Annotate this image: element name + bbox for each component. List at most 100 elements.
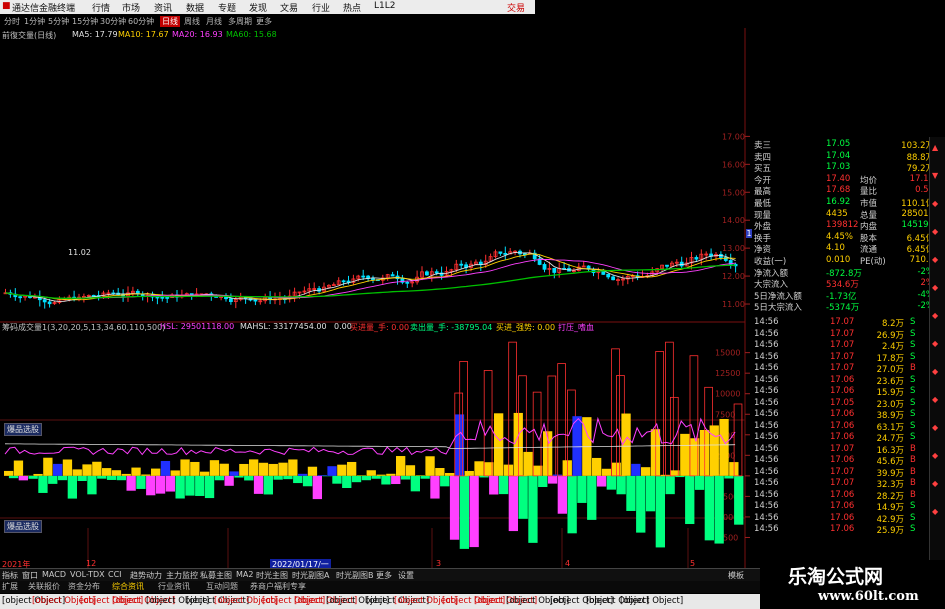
- indicator-tab[interactable]: VOL-TDX: [70, 570, 105, 579]
- tick-volume: 42.9万: [876, 514, 904, 525]
- tick-row: 14:56 17.07 17.8万 S: [752, 351, 938, 364]
- buy-bar: [680, 433, 690, 476]
- indicator-tab[interactable]: 时光副图A: [292, 570, 329, 581]
- toolbar-icon[interactable]: ◆: [932, 199, 938, 208]
- buy-bar: [415, 475, 425, 476]
- toolbar-icon[interactable]: ◆: [932, 395, 938, 404]
- buy-bar: [200, 471, 210, 476]
- menu-item[interactable]: 行情: [92, 1, 110, 14]
- kline-chart[interactable]: 1500012500100007500500025000-2500-5000-7…: [0, 28, 760, 568]
- quote-value: 4435: [826, 208, 848, 219]
- indicator-name: 筹码成交量1(3,20,20,5,13,34,60,110,500): [2, 323, 166, 332]
- extension-tab[interactable]: 综合资讯: [112, 581, 144, 592]
- tick-time: 14:56: [754, 409, 779, 419]
- indicator-tab[interactable]: MACD: [42, 570, 66, 579]
- extension-tab[interactable]: 互动问题: [206, 581, 238, 592]
- tf-tab-active[interactable]: 日线: [160, 16, 180, 27]
- toolbar-icon[interactable]: ◆: [932, 311, 938, 320]
- menu-item[interactable]: 行业: [312, 1, 330, 14]
- indicator-tab[interactable]: CCI: [108, 570, 122, 579]
- menu-item[interactable]: 专题: [218, 1, 236, 14]
- tick-price: 17.06: [830, 386, 855, 396]
- extension-tab[interactable]: 扩展: [2, 581, 18, 592]
- sell-bar: [420, 475, 430, 479]
- extension-tab[interactable]: 关联报价: [28, 581, 60, 592]
- sell-bar: [665, 475, 675, 495]
- stock-pick-button[interactable]: 爆品选股: [4, 423, 42, 436]
- indicator-tab[interactable]: 时光主图: [256, 570, 288, 581]
- buy-bar: [268, 463, 278, 476]
- toolbar-icon[interactable]: ◆: [932, 451, 938, 460]
- menu-item[interactable]: 数据: [186, 1, 204, 14]
- toolbar-icon[interactable]: ▲: [932, 143, 938, 152]
- buy-bar: [366, 470, 376, 476]
- indicator-tab[interactable]: 主力监控: [166, 570, 198, 581]
- quote-value: 534.6万: [826, 280, 859, 291]
- toolbar-icon[interactable]: ◆: [932, 339, 938, 348]
- tick-volume: 17.8万: [876, 353, 904, 364]
- buy-bar: [258, 462, 269, 476]
- quote-label: 大宗流入: [754, 280, 789, 291]
- tick-volume: 39.9万: [876, 468, 904, 479]
- indicator-tab[interactable]: 趋势动力: [130, 570, 162, 581]
- title-bar: ■ 通达信金融终端 行情 市场 资讯 数据 专题 发现 文易 行业 热点 L1L…: [0, 0, 535, 14]
- quote-label: 净流入额: [754, 268, 789, 279]
- tf-tab[interactable]: 15分钟: [72, 16, 98, 27]
- toolbar-icon[interactable]: ◆: [932, 479, 938, 488]
- tick-row: 14:56 17.07 26.9万 S: [752, 329, 938, 341]
- indicator-tab[interactable]: 更多: [376, 570, 392, 581]
- template-button[interactable]: 模板: [728, 570, 744, 581]
- indicator-tab[interactable]: 指标: [2, 570, 18, 581]
- toolbar-icon[interactable]: ◆: [932, 367, 938, 376]
- tf-tab[interactable]: 更多: [256, 16, 272, 27]
- indicator-tab[interactable]: 设置: [398, 570, 414, 581]
- toolbar-icon[interactable]: ▼: [932, 171, 938, 180]
- indicator-tab[interactable]: 时光副图B: [336, 570, 374, 581]
- sell-bar: [136, 475, 146, 489]
- menu-item[interactable]: 文易: [280, 1, 298, 14]
- sell-bar: [146, 475, 156, 496]
- indicator-tab[interactable]: 窗口: [22, 570, 38, 581]
- stock-pick-button[interactable]: 爆品选股: [4, 520, 42, 533]
- quote-row: 5日净流入额 -1.73亿 -4%: [752, 290, 938, 302]
- sell-bar: [675, 475, 685, 478]
- extension-tab[interactable]: 行业资讯: [158, 581, 190, 592]
- menu-item[interactable]: 资讯: [154, 1, 172, 14]
- buy-bar: [190, 461, 200, 476]
- extension-tab[interactable]: 资金分布: [68, 581, 100, 592]
- toolbar-icon[interactable]: ◆: [932, 283, 938, 292]
- toolbar-icon[interactable]: ◆: [932, 255, 938, 264]
- tf-tab[interactable]: 周线: [184, 16, 200, 27]
- indicator-tab[interactable]: 私募主图: [200, 570, 232, 581]
- tf-tab[interactable]: 30分钟: [100, 16, 126, 27]
- toolbar-icon[interactable]: ◆: [932, 227, 938, 236]
- tf-tab[interactable]: 多周期: [228, 16, 252, 27]
- buy-bar: [396, 456, 406, 476]
- menu-item[interactable]: L1L2: [374, 1, 395, 11]
- tick-side: S: [910, 340, 916, 350]
- buy-bar: [121, 473, 131, 476]
- menu-item[interactable]: 热点: [343, 1, 361, 14]
- sell-bar: [596, 475, 607, 487]
- tf-tab[interactable]: 1分钟: [24, 16, 45, 27]
- quote-label: 卖四: [754, 152, 772, 163]
- tick-price: 17.06: [830, 409, 855, 419]
- tf-tab[interactable]: 分时: [4, 16, 20, 27]
- tf-tab[interactable]: 5分钟: [48, 16, 69, 27]
- tick-price: 17.07: [830, 351, 855, 362]
- trade-button[interactable]: 交易: [507, 1, 525, 14]
- date-label: 4: [565, 559, 571, 568]
- indicator-tab[interactable]: MA2: [236, 570, 253, 579]
- sell-bar: [391, 475, 401, 485]
- tf-tab[interactable]: 60分钟: [128, 16, 154, 27]
- buy-bar: [209, 460, 220, 476]
- toolbar-icon[interactable]: ◆: [932, 423, 938, 432]
- strong-buy-label: 买进_强势: 0.00: [496, 323, 556, 332]
- toolbar-icon[interactable]: ◆: [932, 507, 938, 516]
- menu-item[interactable]: 市场: [122, 1, 140, 14]
- menu-item[interactable]: 发现: [249, 1, 267, 14]
- tf-tab[interactable]: 月线: [206, 16, 222, 27]
- extension-tab[interactable]: 券商户福利专享: [250, 581, 306, 592]
- quote-label: 最高: [754, 187, 772, 198]
- sell-bar: [8, 475, 19, 479]
